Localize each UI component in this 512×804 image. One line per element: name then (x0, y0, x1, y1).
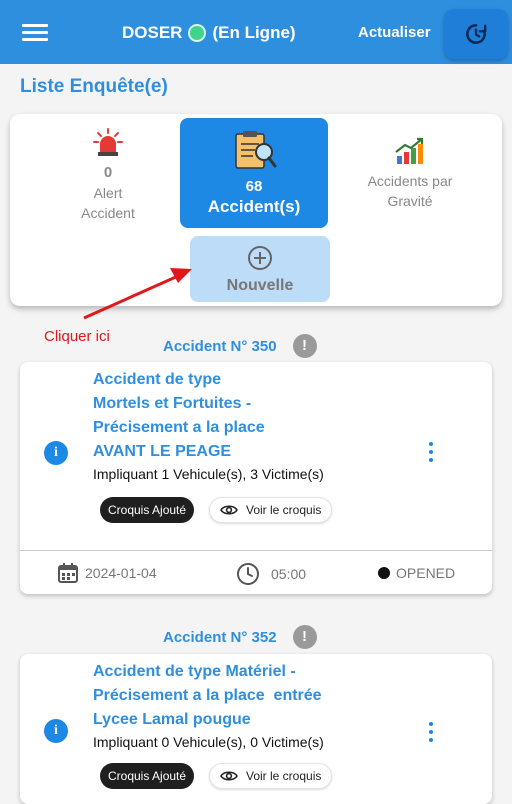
accident-card[interactable]: i Accident de type Matériel - Précisemen… (20, 654, 492, 804)
view-sketch-button[interactable]: Voir le croquis (209, 763, 333, 789)
clock-icon (237, 563, 259, 585)
menu-icon[interactable] (22, 24, 48, 42)
hint-text: Cliquer ici (44, 328, 110, 345)
accident-heading: Accident N° 352 ! (163, 625, 317, 649)
exclamation-icon[interactable]: ! (292, 334, 317, 358)
accidents-label: Accident(s) (207, 197, 301, 216)
exclamation-icon[interactable]: ! (292, 625, 317, 649)
refresh-label[interactable]: Actualiser (358, 24, 431, 41)
eye-icon (220, 771, 238, 781)
alert-accident-tile[interactable]: 0 Alert Accident (48, 128, 168, 223)
accident-time: 05:00 (235, 562, 306, 586)
siren-icon (93, 128, 123, 156)
accident-title-line: Accident de type Matériel - (93, 663, 296, 680)
gravity-label-line1: Accidents par (367, 173, 453, 189)
stats-card: 0 Alert Accident 68 Accident(s) Accident… (10, 114, 502, 306)
accident-title-line: Précisement a la place entrée (93, 687, 322, 704)
accidents-tile[interactable]: 68 Accident(s) (180, 118, 328, 228)
accident-title: Accident de type Mortels et Fortuites - … (93, 368, 413, 464)
time-value: 05:00 (271, 566, 307, 582)
refresh-button[interactable] (444, 9, 508, 59)
accident-title-line: Lycee Lamal pougue (93, 711, 251, 728)
accident-title-line: Précisement a la place (93, 419, 265, 436)
accident-heading: Accident N° 350 ! (163, 334, 317, 358)
accident-involving: Impliquant 0 Vehicule(s), 0 Victime(s) (93, 734, 324, 750)
accident-title-line: Mortels et Fortuites - (93, 395, 252, 412)
accident-card[interactable]: i Accident de type Mortels et Fortuites … (20, 362, 492, 594)
accident-title-line: AVANT LE PEAGE (93, 443, 232, 460)
view-sketch-label: Voir le croquis (246, 769, 322, 783)
online-status-dot-icon (188, 24, 207, 42)
divider (20, 550, 492, 551)
accident-status: OPENED (378, 565, 455, 581)
page-title: Liste Enquête(e) (20, 76, 168, 97)
view-sketch-label: Voir le croquis (246, 503, 322, 517)
sketch-added-badge: Croquis Ajouté (100, 497, 195, 523)
accidents-count: 68 (245, 178, 263, 195)
date-value: 2024-01-04 (85, 565, 157, 581)
view-sketch-button[interactable]: Voir le croquis (209, 497, 333, 523)
more-options-icon[interactable] (424, 720, 438, 744)
status-value: OPENED (396, 565, 456, 581)
status-dot-icon (378, 567, 390, 579)
accident-title: Accident de type Matériel - Précisement … (93, 660, 423, 732)
alert-label-line1: Alert (93, 185, 123, 201)
app-bar: DOSER (En Ligne) Actualiser (0, 0, 512, 64)
new-accident-label: Nouvelle (226, 277, 294, 294)
alert-label-line2: Accident (81, 205, 135, 221)
accident-involving: Impliquant 1 Vehicule(s), 3 Victime(s) (93, 466, 324, 482)
more-options-icon[interactable] (424, 440, 438, 464)
gravity-tile[interactable]: Accidents par Gravité (340, 136, 480, 211)
info-icon[interactable]: i (44, 719, 68, 743)
gravity-label-line2: Gravité (387, 193, 433, 209)
chart-growth-icon (395, 137, 424, 164)
alert-count: 0 (103, 164, 113, 181)
calendar-icon (58, 563, 78, 583)
accident-title-line: Accident de type (93, 371, 222, 388)
app-title: DOSER (En Ligne) (122, 23, 296, 43)
info-icon[interactable]: i (44, 441, 68, 465)
sketch-added-badge: Croquis Ajouté (100, 763, 195, 789)
accident-number: Accident N° 350 (163, 337, 277, 355)
accident-number: Accident N° 352 (163, 628, 277, 646)
app-name: DOSER (122, 23, 183, 42)
refresh-icon (466, 24, 487, 44)
add-circle-icon (248, 246, 272, 270)
accident-date: 2024-01-04 (57, 562, 157, 584)
eye-icon (220, 505, 238, 515)
connection-status: (En Ligne) (212, 23, 296, 42)
report-search-icon (235, 131, 277, 169)
new-accident-button[interactable]: Nouvelle (190, 236, 330, 302)
